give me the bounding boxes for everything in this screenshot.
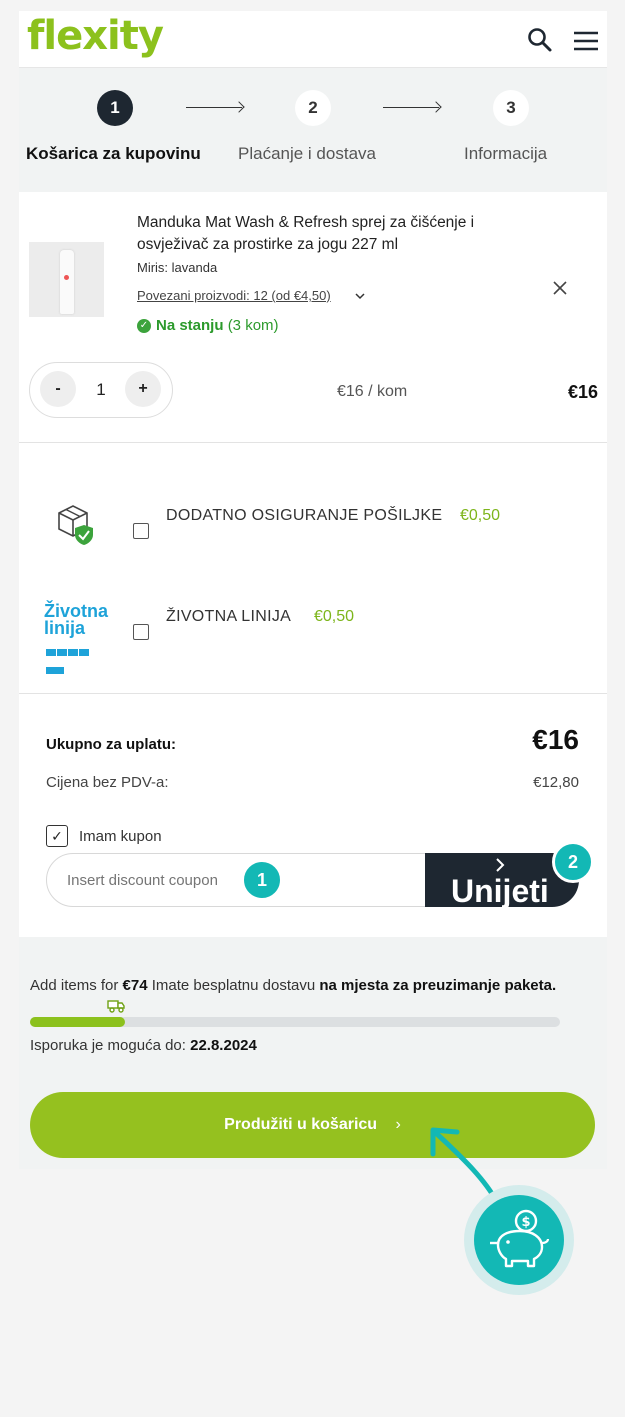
- quantity-value[interactable]: 1: [90, 380, 112, 400]
- decrease-quantity-button[interactable]: -: [40, 371, 76, 407]
- chevron-right-icon: ›: [395, 1116, 401, 1133]
- stock-status-label: Na stanju: [156, 317, 224, 334]
- coupon-checkbox-label[interactable]: Imam kupon: [79, 828, 162, 845]
- zivotna-linija-logo: Životna linija: [44, 602, 108, 638]
- annotation-badge-2: 2: [552, 841, 594, 883]
- step-1-label: Košarica za kupovinu: [26, 144, 201, 163]
- unit-price: €16 / kom: [337, 383, 408, 400]
- step-2-label[interactable]: Plaćanje i dostava: [238, 144, 376, 164]
- bottle-label-dot: [64, 275, 69, 280]
- svg-text:$: $: [521, 1215, 530, 1230]
- step-3-label[interactable]: Informacija: [464, 144, 547, 164]
- stock-count: (3 kom): [227, 317, 279, 334]
- order-summary: Ukupno za uplatu: €16 Cijena bez PDV-a: …: [19, 694, 607, 939]
- step-2-circle[interactable]: 2: [295, 90, 331, 126]
- zivotna-linija-price: €0,50: [314, 608, 355, 625]
- net-price-label: Cijena bez PDV-a:: [46, 774, 169, 791]
- shipment-insurance-price: €0,50: [460, 507, 501, 524]
- delivery-date: Isporuka je moguća do: 22.8.2024: [30, 1037, 257, 1054]
- continue-button-label: Produžiti u košaricu: [224, 1116, 378, 1133]
- zivotna-linija-checkbox[interactable]: [133, 624, 149, 640]
- package-insurance-icon: [58, 505, 93, 545]
- step-1-circle: 1: [97, 90, 133, 126]
- product-image[interactable]: [29, 242, 104, 317]
- site-header: flexity: [19, 11, 607, 68]
- quantity-stepper: - 1 +: [29, 362, 173, 418]
- step-3-circle[interactable]: 3: [493, 90, 529, 126]
- truck-icon: [107, 1000, 125, 1013]
- coupon-checkbox[interactable]: ✓: [46, 825, 68, 847]
- delivery-date-value: 22.8.2024: [190, 1037, 257, 1054]
- free-shipping-amount: €74: [122, 977, 148, 994]
- shipment-insurance-checkbox[interactable]: [133, 523, 149, 539]
- stock-status: ✓ Na stanju (3 kom): [137, 317, 279, 334]
- step-arrow: [383, 107, 439, 108]
- delivery-date-label: Isporuka je moguća do:: [30, 1037, 186, 1054]
- flexity-logo[interactable]: flexity: [27, 13, 164, 59]
- free-shipping-place: na mjesta za preuzimanje paketa.: [319, 977, 557, 994]
- piggy-bank-circle: $: [474, 1195, 564, 1285]
- free-shipping-prefix: Add items for: [30, 977, 119, 994]
- total-value: €16: [532, 724, 579, 755]
- free-shipping-progress: [30, 1017, 560, 1027]
- search-icon[interactable]: [527, 27, 553, 53]
- zivotna-linija-logo-line2: linija: [44, 618, 86, 638]
- page: flexity 1 2 3 Košarica za kupovinu Plaća…: [19, 11, 607, 1169]
- free-shipping-progress-fill: [30, 1017, 126, 1027]
- annotation-badge-1: 1: [241, 859, 283, 901]
- chevron-down-icon[interactable]: [355, 293, 365, 300]
- free-shipping-text: Add items for €74 Imate besplatnu dostav…: [30, 977, 556, 994]
- step-arrow: [186, 107, 242, 108]
- piggy-bank-badge: $: [464, 1185, 574, 1295]
- shipment-insurance-label[interactable]: DODATNO OSIGURANJE POŠILJKE: [166, 507, 442, 525]
- bottle-graphic: [60, 250, 74, 314]
- line-total: €16: [567, 382, 598, 402]
- related-products-link[interactable]: Povezani proizvodi: 12 (od €4,50): [137, 288, 331, 303]
- zivotna-linija-logo-bars: [46, 643, 101, 674]
- zivotna-linija-label[interactable]: ŽIVOTNA LINIJA: [166, 608, 291, 626]
- checkout-steps: 1 2 3 Košarica za kupovinu Plaćanje i do…: [19, 68, 607, 192]
- free-shipping-middle: Imate besplatnu dostavu: [151, 977, 316, 994]
- close-icon[interactable]: [553, 281, 567, 295]
- increase-quantity-button[interactable]: +: [125, 371, 161, 407]
- total-label: Ukupno za uplatu:: [46, 736, 176, 753]
- product-scent: Miris: lavanda: [137, 260, 218, 275]
- check-circle-icon: ✓: [137, 319, 151, 334]
- extra-services: DODATNO OSIGURANJE POŠILJKE €0,50 Životn…: [19, 443, 607, 694]
- chevron-right-icon: [496, 858, 505, 872]
- apply-coupon-label: Unijeti: [451, 873, 549, 907]
- piggy-bank-icon: $: [490, 1209, 550, 1268]
- hamburger-menu-icon[interactable]: [573, 27, 599, 53]
- cart-item: Manduka Mat Wash & Refresh sprej za čišć…: [19, 192, 607, 443]
- product-name[interactable]: Manduka Mat Wash & Refresh sprej za čišć…: [137, 212, 517, 256]
- net-price-value: €12,80: [533, 774, 579, 791]
